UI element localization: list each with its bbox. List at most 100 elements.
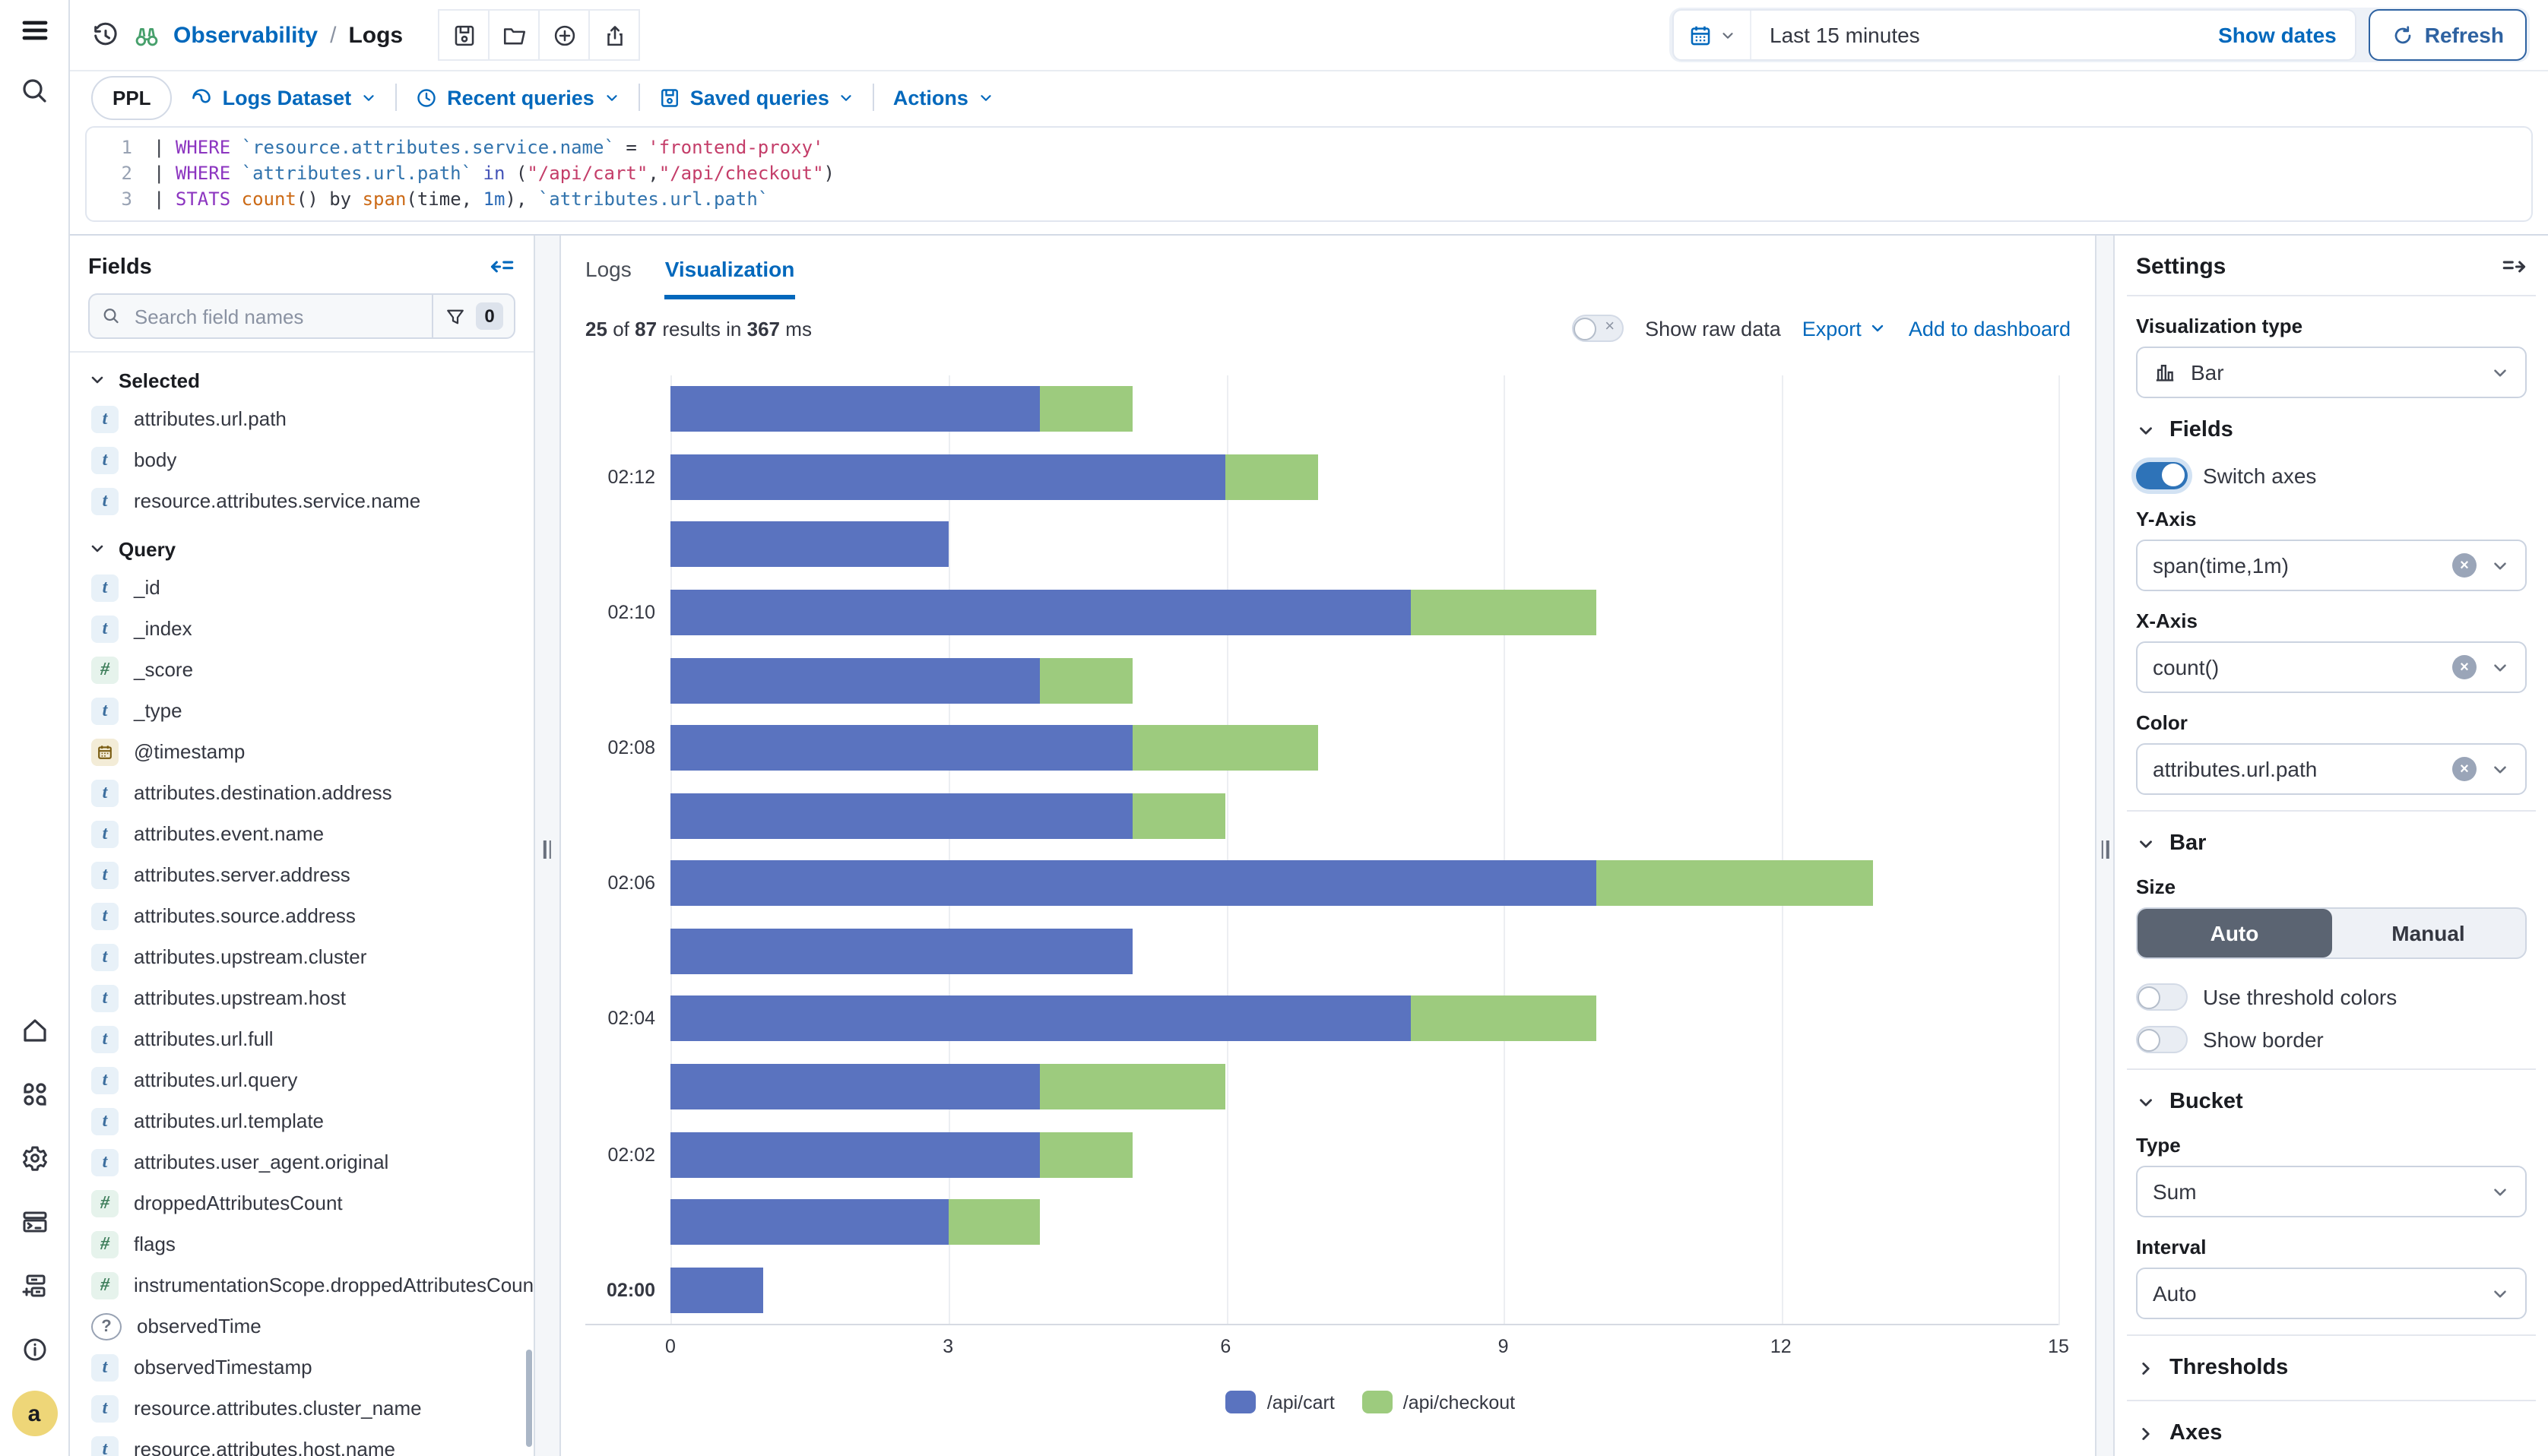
field-item[interactable]: tattributes.server.address: [88, 854, 515, 895]
field-item[interactable]: tattributes.upstream.host: [88, 977, 515, 1018]
field-item[interactable]: @timestamp: [88, 731, 515, 772]
field-item[interactable]: tresource.attributes.service.name: [88, 480, 515, 521]
field-group-selected[interactable]: Selected: [88, 362, 515, 398]
show-border-toggle[interactable]: [2136, 1026, 2188, 1053]
field-item[interactable]: #instrumentationScope.droppedAttributesC…: [88, 1265, 515, 1306]
user-avatar[interactable]: a: [0, 1383, 68, 1444]
bar-segment-api-checkout[interactable]: [1225, 454, 1318, 500]
field-item[interactable]: tattributes.upstream.cluster: [88, 936, 515, 977]
bar-segment-api-checkout[interactable]: [1411, 590, 1596, 635]
field-item[interactable]: tattributes.destination.address: [88, 772, 515, 813]
section-bucket[interactable]: Bucket: [2136, 1090, 2527, 1114]
legend-item[interactable]: /api/checkout: [1362, 1391, 1515, 1413]
field-search-input[interactable]: [132, 303, 420, 329]
bar-segment-api-cart[interactable]: [670, 387, 1041, 432]
field-item[interactable]: tattributes.url.template: [88, 1100, 515, 1141]
bar-segment-api-checkout[interactable]: [1041, 387, 1133, 432]
switch-axes-toggle[interactable]: [2136, 462, 2188, 489]
apps-icon[interactable]: [0, 1064, 68, 1125]
bar-segment-api-checkout[interactable]: [948, 1199, 1041, 1245]
search-icon[interactable]: [0, 61, 68, 122]
field-item[interactable]: tresource.attributes.host.name: [88, 1429, 515, 1456]
field-item[interactable]: tattributes.url.full: [88, 1018, 515, 1059]
panel-resizer[interactable]: [2096, 236, 2113, 1456]
bar-segment-api-cart[interactable]: [670, 1132, 1041, 1177]
bar-segment-api-checkout[interactable]: [1133, 793, 1226, 839]
open-folder-button[interactable]: [488, 9, 540, 61]
bar-segment-api-cart[interactable]: [670, 793, 1133, 839]
x-axis-select[interactable]: count() ×: [2136, 641, 2527, 693]
field-item[interactable]: tattributes.user_agent.original: [88, 1141, 515, 1182]
field-item[interactable]: tbody: [88, 439, 515, 480]
tab-visualization[interactable]: Visualization: [665, 257, 795, 299]
y-axis-select[interactable]: span(time,1m) ×: [2136, 540, 2527, 591]
code-line[interactable]: 3| STATS count() by span(time, 1m), `att…: [87, 187, 2531, 213]
field-group-query[interactable]: Query: [88, 530, 515, 567]
bar-segment-api-checkout[interactable]: [1133, 725, 1318, 771]
show-raw-data-toggle[interactable]: ×: [1572, 315, 1624, 342]
scrollbar-thumb[interactable]: [526, 1350, 532, 1447]
field-item[interactable]: t_type: [88, 690, 515, 731]
bar-segment-api-cart[interactable]: [670, 1268, 763, 1313]
use-threshold-colors-toggle[interactable]: [2136, 983, 2188, 1011]
home-icon[interactable]: [0, 1000, 68, 1061]
field-item[interactable]: tresource.attributes.cluster_name: [88, 1388, 515, 1429]
bar-segment-api-cart[interactable]: [670, 522, 948, 568]
field-item[interactable]: tattributes.source.address: [88, 895, 515, 936]
query-language-pill[interactable]: PPL: [91, 75, 173, 119]
export-menu[interactable]: Export: [1802, 317, 1887, 340]
gear-icon[interactable]: [0, 1128, 68, 1189]
bar-segment-api-cart[interactable]: [670, 1064, 1041, 1109]
bar-segment-api-checkout[interactable]: [1041, 1064, 1225, 1109]
clear-icon[interactable]: ×: [2452, 757, 2477, 781]
section-axes[interactable]: Axes: [2136, 1421, 2527, 1445]
size-manual-option[interactable]: Manual: [2331, 909, 2525, 957]
panel-resizer[interactable]: [535, 236, 559, 1456]
code-line[interactable]: 1| WHERE `resource.attributes.service.na…: [87, 135, 2531, 161]
bar-segment-api-cart[interactable]: [670, 454, 1225, 500]
field-filter-button[interactable]: 0: [432, 293, 515, 339]
code-line[interactable]: 2| WHERE `attributes.url.path` in ("/api…: [87, 161, 2531, 187]
field-item[interactable]: tattributes.url.path: [88, 398, 515, 439]
field-item[interactable]: tattributes.url.query: [88, 1059, 515, 1100]
field-item[interactable]: t_index: [88, 608, 515, 649]
bar-segment-api-cart[interactable]: [670, 929, 1133, 974]
recent-queries-menu[interactable]: Recent queries: [415, 86, 620, 109]
section-fields[interactable]: Fields: [2136, 418, 2527, 442]
info-icon[interactable]: [0, 1319, 68, 1380]
bar-segment-api-cart[interactable]: [670, 590, 1411, 635]
bucket-interval-select[interactable]: Auto: [2136, 1268, 2527, 1319]
bar-segment-api-cart[interactable]: [670, 725, 1133, 771]
bar-segment-api-cart[interactable]: [670, 861, 1596, 907]
field-item[interactable]: tattributes.event.name: [88, 813, 515, 854]
breadcrumb-app[interactable]: Observability: [173, 22, 318, 48]
bar-segment-api-checkout[interactable]: [1041, 1132, 1133, 1177]
new-button[interactable]: [538, 9, 590, 61]
bar-segment-api-checkout[interactable]: [1596, 861, 1873, 907]
bar-segment-api-checkout[interactable]: [1411, 996, 1596, 1042]
dev-console-icon[interactable]: [0, 1192, 68, 1252]
bucket-type-select[interactable]: Sum: [2136, 1166, 2527, 1217]
collapse-settings-panel-icon[interactable]: [2501, 254, 2527, 280]
collapse-fields-panel-icon[interactable]: [490, 254, 515, 280]
refresh-button[interactable]: Refresh: [2369, 9, 2527, 61]
field-item[interactable]: t_id: [88, 567, 515, 608]
share-button[interactable]: [588, 9, 640, 61]
add-to-dashboard-button[interactable]: Add to dashboard: [1909, 317, 2071, 340]
field-item[interactable]: #_score: [88, 649, 515, 690]
field-item[interactable]: ?observedTime: [88, 1306, 515, 1347]
history-icon[interactable]: [91, 21, 120, 49]
tab-logs[interactable]: Logs: [585, 257, 632, 299]
bar-segment-api-checkout[interactable]: [1041, 657, 1133, 703]
add-panel-icon[interactable]: [0, 1255, 68, 1316]
clear-icon[interactable]: ×: [2452, 553, 2477, 578]
bar-segment-api-cart[interactable]: [670, 657, 1041, 703]
viz-type-select[interactable]: Bar: [2136, 347, 2527, 398]
legend-item[interactable]: /api/cart: [1226, 1391, 1335, 1413]
menu-icon[interactable]: [0, 0, 68, 61]
field-item[interactable]: #flags: [88, 1223, 515, 1265]
time-range-value[interactable]: Last 15 minutes: [1751, 23, 2200, 47]
color-select[interactable]: attributes.url.path ×: [2136, 743, 2527, 795]
section-bar[interactable]: Bar: [2136, 831, 2527, 856]
bar-segment-api-cart[interactable]: [670, 996, 1411, 1042]
